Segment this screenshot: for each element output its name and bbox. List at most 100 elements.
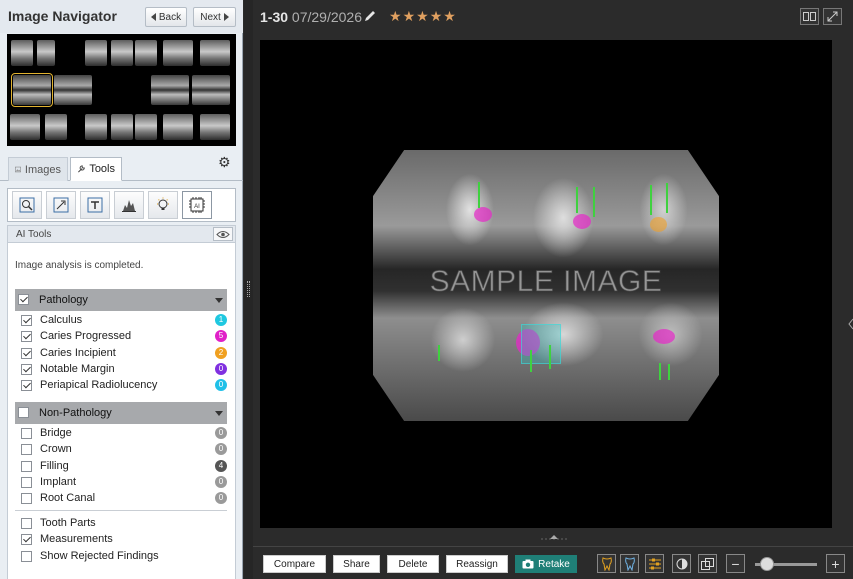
- measurement-line[interactable]: [666, 183, 668, 213]
- xray-thumbnail[interactable]: [200, 114, 230, 140]
- xray-thumbnail[interactable]: [85, 114, 107, 140]
- lightbulb-tool-button[interactable]: [148, 191, 178, 219]
- measurement-line[interactable]: [593, 187, 595, 217]
- eye-icon[interactable]: [213, 227, 233, 241]
- measurement-line[interactable]: [659, 363, 661, 380]
- finding-row[interactable]: Show Rejected Findings: [21, 549, 227, 564]
- non-pathology-group-header[interactable]: Non-Pathology: [15, 402, 227, 424]
- finding-checkbox[interactable]: [21, 315, 32, 326]
- image-canvas[interactable]: SAMPLE IMAGE: [260, 40, 853, 528]
- tab-images[interactable]: Images: [8, 157, 68, 181]
- finding-row[interactable]: Tooth Parts: [21, 516, 227, 531]
- panel-splitter[interactable]: [244, 0, 253, 579]
- finding-row[interactable]: Caries Progressed 5: [21, 329, 227, 344]
- reassign-button[interactable]: Reassign: [446, 555, 508, 573]
- finding-checkbox[interactable]: [21, 476, 32, 488]
- pathology-group-header[interactable]: Pathology: [15, 289, 227, 311]
- finding-row[interactable]: Crown 0: [21, 442, 227, 457]
- xray-thumbnail[interactable]: [163, 114, 193, 140]
- finding-checkbox[interactable]: [21, 550, 32, 562]
- zoom-in-button[interactable]: +: [826, 554, 845, 573]
- bottom-panel-grip-icon[interactable]: [539, 532, 569, 542]
- adjustments-button[interactable]: [645, 554, 664, 573]
- xray-thumbnail[interactable]: [11, 40, 33, 66]
- zoom-out-button[interactable]: −: [726, 554, 745, 573]
- finding-checkbox[interactable]: [21, 347, 32, 359]
- caret-down-icon[interactable]: [215, 298, 223, 303]
- xray-thumbnail[interactable]: [85, 40, 107, 66]
- histogram-tool-button[interactable]: [114, 191, 144, 219]
- finding-checkbox[interactable]: [21, 534, 32, 546]
- xray-thumbnail[interactable]: [111, 40, 133, 66]
- pathology-group-checkbox[interactable]: [18, 294, 29, 305]
- finding-row[interactable]: Filling 4: [21, 459, 227, 474]
- caries-finding-marker[interactable]: [573, 214, 591, 229]
- zoom-tool-button[interactable]: [12, 191, 42, 219]
- measurement-line[interactable]: [549, 345, 551, 369]
- xray-thumbnail[interactable]: [45, 114, 67, 140]
- finding-checkbox[interactable]: [21, 331, 32, 343]
- xray-thumbnail[interactable]: [200, 40, 230, 66]
- finding-checkbox[interactable]: [21, 518, 32, 529]
- next-button[interactable]: Next: [193, 7, 236, 27]
- delete-button[interactable]: Delete: [387, 555, 439, 573]
- contrast-button[interactable]: [672, 554, 691, 573]
- finding-checkbox[interactable]: [21, 363, 32, 375]
- measurement-line[interactable]: [438, 345, 440, 361]
- gear-icon[interactable]: ⚙: [218, 154, 231, 171]
- retake-button[interactable]: Retake: [515, 555, 577, 573]
- finding-checkbox[interactable]: [21, 460, 32, 472]
- measurement-line[interactable]: [576, 187, 578, 213]
- text-tool-button[interactable]: [80, 191, 110, 219]
- star-icon[interactable]: ★: [430, 9, 443, 23]
- caries-incipient-marker[interactable]: [650, 217, 667, 232]
- share-button[interactable]: Share: [333, 555, 380, 573]
- star-icon[interactable]: ★: [443, 9, 456, 23]
- star-icon[interactable]: ★: [389, 9, 402, 23]
- caries-finding-marker[interactable]: [653, 329, 675, 344]
- star-icon[interactable]: ★: [403, 9, 416, 23]
- pencil-icon[interactable]: [363, 9, 377, 23]
- finding-row[interactable]: Bridge 0: [21, 426, 227, 441]
- measurement-line[interactable]: [478, 182, 480, 208]
- copy-image-button[interactable]: [698, 554, 717, 573]
- rating-stars[interactable]: ★ ★ ★ ★ ★: [389, 9, 456, 23]
- xray-thumbnail[interactable]: [151, 75, 189, 105]
- finding-row[interactable]: Calculus 1: [21, 313, 227, 328]
- compare-layout-button[interactable]: [800, 8, 819, 25]
- xray-thumbnail[interactable]: [37, 40, 55, 66]
- caries-finding-marker[interactable]: [474, 207, 492, 222]
- measurement-line[interactable]: [650, 185, 652, 215]
- xray-thumbnail[interactable]: [192, 75, 230, 105]
- xray-thumbnail[interactable]: [163, 40, 193, 66]
- ai-tool-button[interactable]: AI: [182, 191, 212, 219]
- caret-down-icon[interactable]: [215, 411, 223, 416]
- finding-row[interactable]: Caries Incipient 2: [21, 346, 227, 361]
- xray-thumbnail[interactable]: [10, 114, 40, 140]
- finding-row[interactable]: Root Canal 0: [21, 491, 227, 506]
- xray-thumbnail[interactable]: [135, 114, 157, 140]
- compare-button[interactable]: Compare: [263, 555, 326, 573]
- finding-checkbox[interactable]: [21, 428, 32, 439]
- measurement-line[interactable]: [668, 364, 670, 380]
- finding-checkbox[interactable]: [21, 380, 32, 392]
- finding-checkbox[interactable]: [21, 493, 32, 505]
- non-pathology-group-checkbox[interactable]: [18, 407, 29, 418]
- finding-row[interactable]: Implant 0: [21, 475, 227, 490]
- xray-thumbnail[interactable]: [54, 75, 92, 105]
- xray-thumbnail-selected[interactable]: [11, 73, 53, 107]
- splitter-grip-icon[interactable]: [247, 281, 250, 297]
- zoom-slider-knob[interactable]: [760, 557, 775, 571]
- xray-thumbnail[interactable]: [135, 40, 157, 66]
- xray-thumbnail[interactable]: [111, 114, 133, 140]
- finding-row[interactable]: Notable Margin 0: [21, 362, 227, 377]
- finding-row[interactable]: Measurements: [21, 532, 227, 547]
- finding-checkbox[interactable]: [21, 444, 32, 456]
- tooth-findings-button[interactable]: [620, 554, 639, 573]
- star-icon[interactable]: ★: [416, 9, 429, 23]
- fullscreen-button[interactable]: [823, 8, 842, 25]
- finding-row[interactable]: Periapical Radiolucency 0: [21, 378, 227, 393]
- tooth-chart-button[interactable]: [597, 554, 616, 573]
- right-panel-grip-icon[interactable]: [848, 318, 853, 330]
- annotation-tool-button[interactable]: [46, 191, 76, 219]
